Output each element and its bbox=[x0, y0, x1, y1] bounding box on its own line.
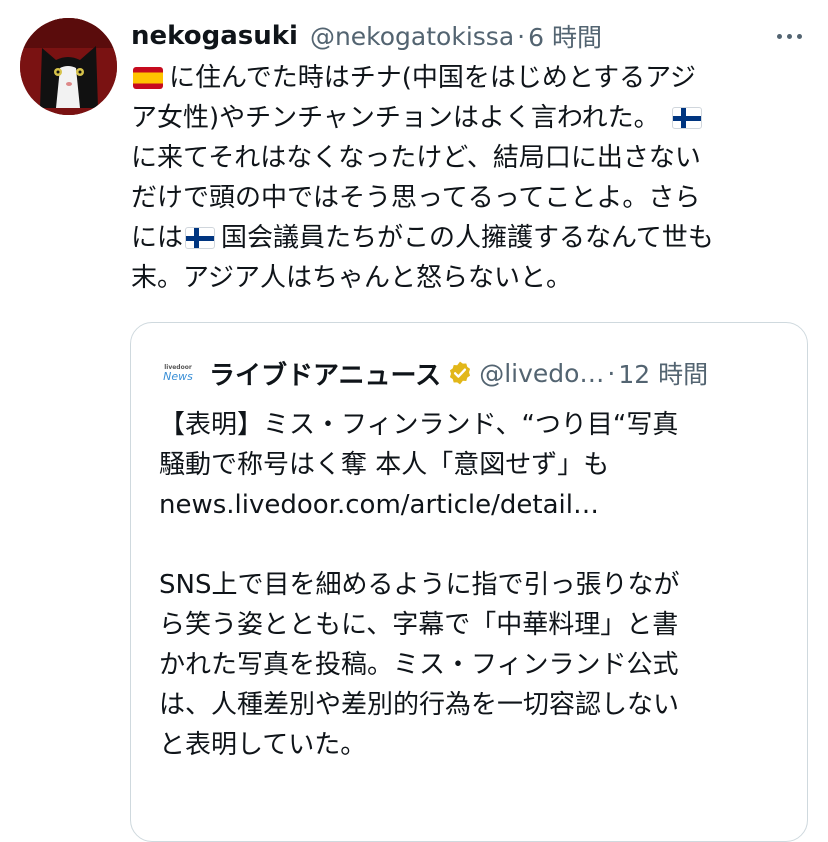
quoted-tweet-text: 【表明】ミス・フィンランド、“つり目“写真 騒動で称号はく奪 本人「意図せず」も… bbox=[159, 405, 789, 765]
quoted-tweet-card[interactable]: livedoor News ライブドアニュース @livedo… · 12 時間… bbox=[130, 322, 808, 842]
finland-flag-icon bbox=[671, 107, 702, 129]
author-name[interactable]: nekogasuki bbox=[131, 21, 298, 51]
quoted-line: SNS上で目を細めるように指で引っ張りなが bbox=[159, 570, 680, 600]
tweet-line: には 国会議員たちがこの人擁護するなんて世も bbox=[131, 218, 801, 258]
tweet-line-text: だけで頭の中ではそう思ってるってことよ。さら bbox=[131, 183, 701, 213]
tweet-text: に住んでた時はチナ(中国をはじめとするアジ ア女性)やチンチャンチョンはよく言わ… bbox=[131, 58, 801, 298]
logo-big-text: News bbox=[163, 369, 193, 383]
tweet-line: だけで頭の中ではそう思ってるってことよ。さら bbox=[131, 178, 801, 218]
separator-dot: · bbox=[517, 21, 526, 51]
quoted-line: と表明していた。 bbox=[159, 730, 367, 760]
tweet-time[interactable]: 6 時間 bbox=[528, 18, 602, 54]
tweet-line-text: に来てそれはなくなったけど、結局口に出さない bbox=[131, 143, 701, 173]
cat-avatar-icon bbox=[20, 18, 117, 115]
tweet-line: に来てそれはなくなったけど、結局口に出さない bbox=[131, 138, 801, 178]
livedoor-news-logo: livedoor News bbox=[159, 357, 197, 389]
tweet-header: nekogasuki @nekogatokissa · 6 時間 bbox=[131, 16, 814, 56]
quoted-author-handle[interactable]: @livedo… bbox=[479, 359, 604, 388]
tweet-line: 末。アジア人はちゃんと怒らないと。 bbox=[131, 258, 801, 298]
tweet-line-text: には bbox=[131, 223, 184, 253]
quoted-author-name[interactable]: ライブドアニュース bbox=[209, 355, 441, 392]
quoted-tweet-header: livedoor News ライブドアニュース @livedo… · 12 時間 bbox=[159, 353, 791, 393]
quoted-line: は、人種差別や差別的行為を一切容認しない bbox=[159, 690, 680, 720]
tweet-line-text: 国会議員たちがこの人擁護するなんて世も bbox=[221, 223, 714, 253]
quoted-line: ら笑う姿とともに、字幕で「中華料理」と書 bbox=[159, 610, 679, 640]
quoted-line: 騒動で称号はく奪 本人「意図せず」も bbox=[159, 450, 610, 480]
author-handle[interactable]: @nekogatokissa bbox=[310, 22, 514, 51]
quoted-line: かれた写真を投稿。ミス・フィンランド公式 bbox=[159, 650, 679, 680]
quoted-line: 【表明】ミス・フィンランド、“つり目“写真 bbox=[159, 410, 679, 440]
tweet-line-text: に住んでた時はチナ(中国をはじめとするアジ bbox=[169, 63, 697, 93]
more-options-icon[interactable] bbox=[777, 16, 802, 56]
finland-flag-icon bbox=[185, 227, 216, 249]
tweet-line: ア女性)やチンチャンチョンはよく言われた。 bbox=[131, 98, 801, 138]
quoted-link[interactable]: news.livedoor.com/article/detail… bbox=[159, 485, 789, 525]
verified-badge-icon bbox=[447, 360, 473, 386]
spain-flag-icon bbox=[133, 67, 163, 89]
separator-dot: · bbox=[607, 358, 616, 388]
tweet-line-text: ア女性)やチンチャンチョンはよく言われた。 bbox=[131, 103, 660, 133]
avatar[interactable] bbox=[20, 18, 117, 115]
tweet-line: に住んでた時はチナ(中国をはじめとするアジ bbox=[131, 58, 801, 98]
quoted-tweet-time[interactable]: 12 時間 bbox=[618, 355, 708, 391]
quoted-line-blank bbox=[159, 525, 789, 565]
tweet-line-text: 末。アジア人はちゃんと怒らないと。 bbox=[131, 263, 572, 293]
